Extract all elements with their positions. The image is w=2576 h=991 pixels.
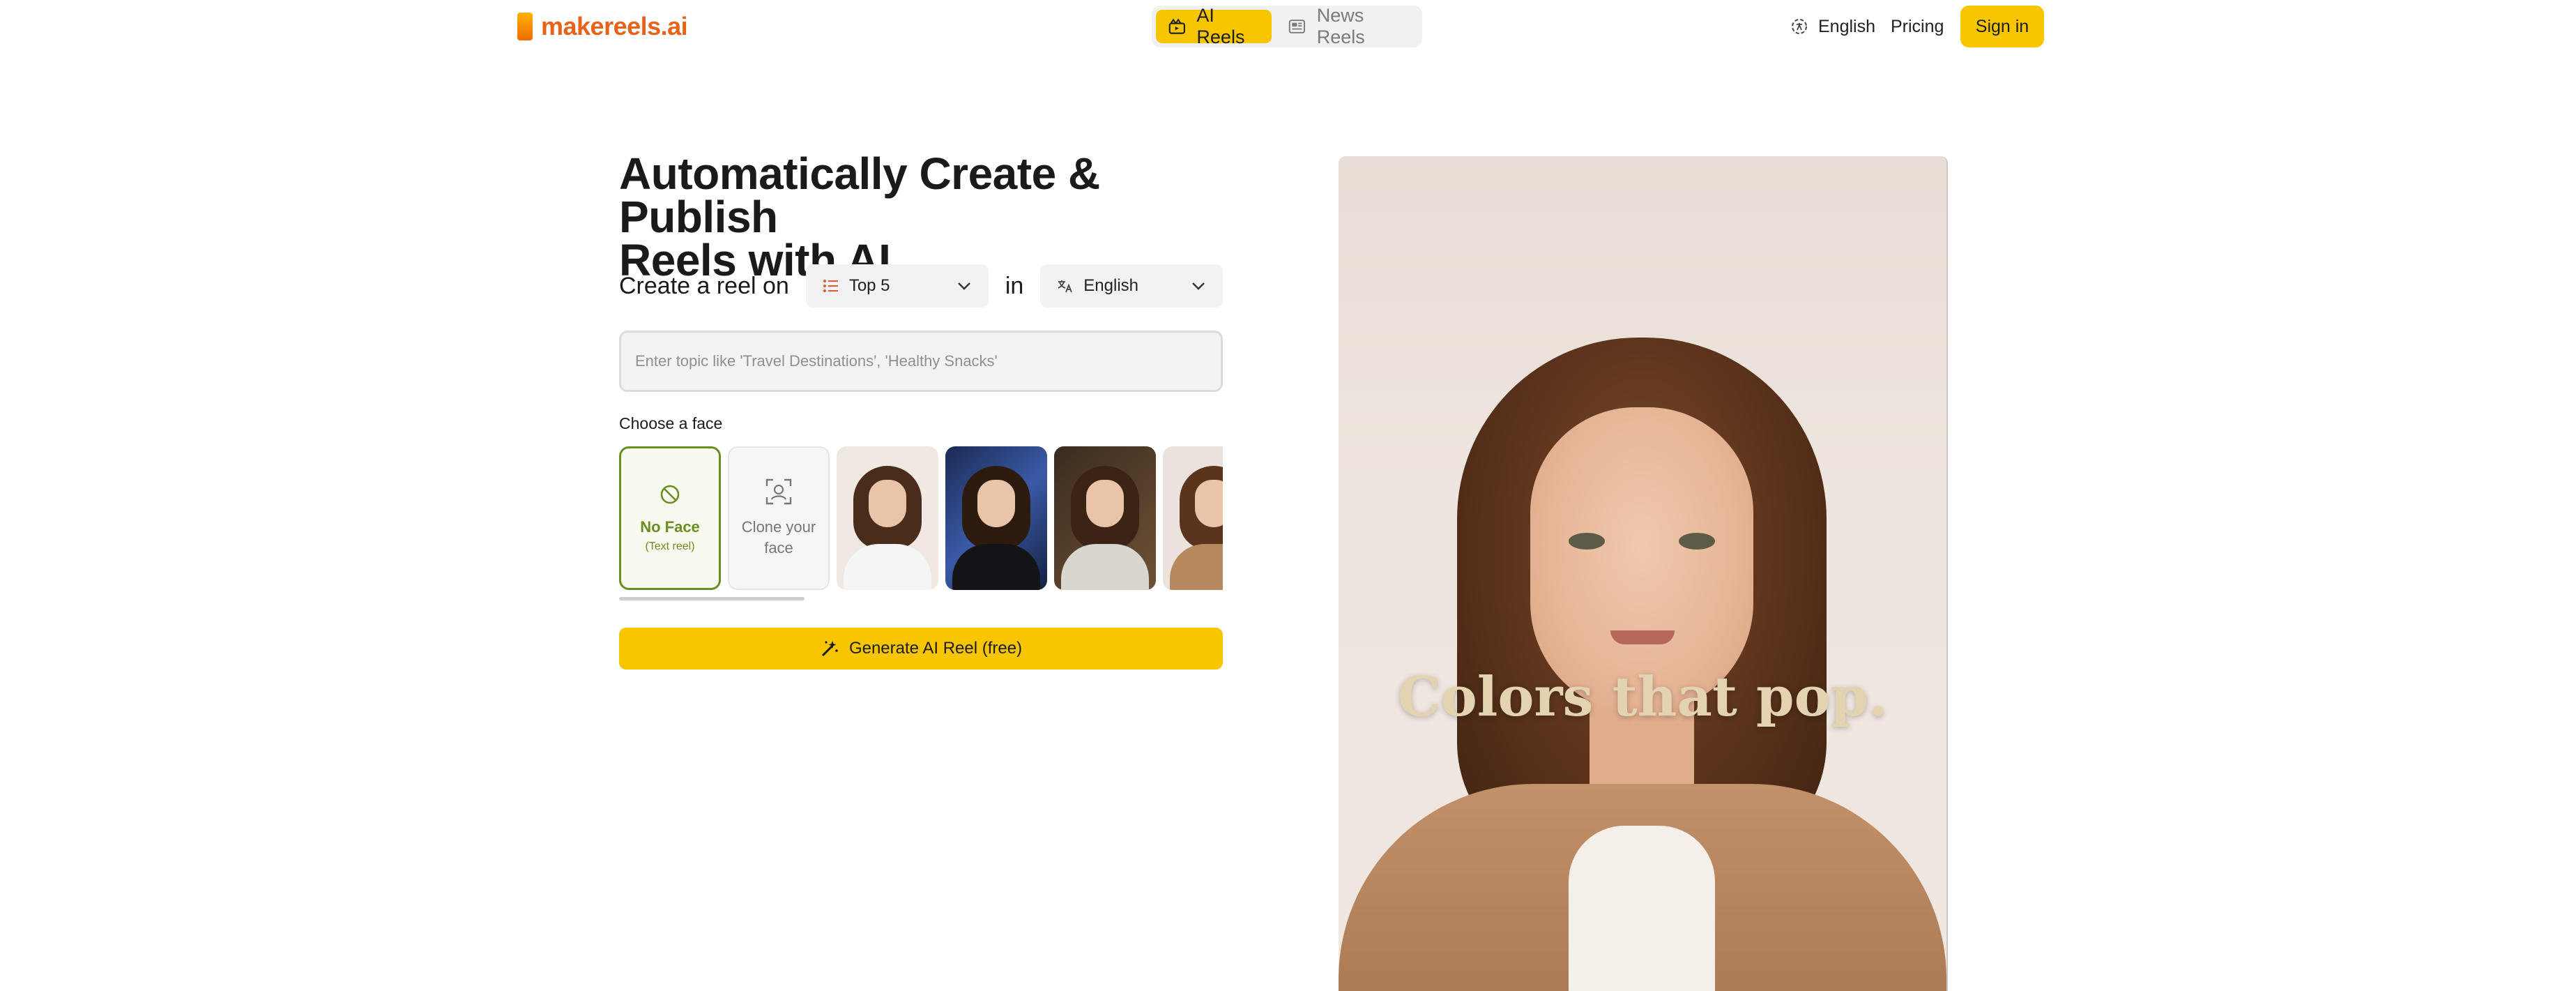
face-picker: No Face (Text reel) Clone your face bbox=[619, 446, 1223, 593]
thumbnail-body bbox=[1061, 544, 1149, 590]
logo-mark-icon bbox=[517, 13, 533, 40]
preview-shirt bbox=[1569, 826, 1715, 991]
thumbnail-face bbox=[1086, 480, 1124, 527]
preview-mouth bbox=[1610, 630, 1675, 644]
no-face-title: No Face bbox=[640, 518, 700, 536]
format-dropdown[interactable]: Top 5 bbox=[805, 264, 989, 308]
preview-left-eye bbox=[1569, 533, 1605, 550]
magic-wand-icon bbox=[821, 641, 838, 657]
page-title-line-1: Automatically Create & Publish bbox=[619, 149, 1100, 242]
thumbnail-face bbox=[869, 480, 906, 527]
topic-input[interactable] bbox=[619, 331, 1223, 392]
face-scan-icon bbox=[765, 478, 792, 505]
thumbnail-face bbox=[977, 480, 1015, 527]
language-dropdown[interactable]: English bbox=[1040, 264, 1224, 308]
choose-face-label: Choose a face bbox=[619, 414, 723, 432]
language-selector[interactable]: English bbox=[1790, 13, 1875, 40]
face-picker-scrollbar[interactable] bbox=[619, 597, 805, 600]
pricing-link[interactable]: Pricing bbox=[1891, 13, 1944, 40]
generate-reel-label: Generate AI Reel (free) bbox=[848, 639, 1023, 658]
clone-face-label: Clone your face bbox=[741, 518, 816, 557]
tab-ai-reels-label: AI Reels bbox=[1196, 5, 1245, 47]
reel-camera-icon bbox=[1168, 18, 1185, 34]
tab-news-reels[interactable]: News Reels bbox=[1276, 5, 1418, 47]
create-label: Create a reel on bbox=[619, 272, 789, 299]
logo-text: makereels.ai bbox=[541, 12, 688, 40]
face-option-clone[interactable]: Clone your face bbox=[728, 446, 830, 590]
reel-preview: Colors that pop. bbox=[1339, 156, 1948, 991]
translate-icon bbox=[1792, 19, 1807, 34]
face-thumbnail[interactable] bbox=[945, 446, 1047, 590]
page-title: Automatically Create & Publish Reels wit… bbox=[619, 149, 1233, 282]
chevron-down-icon bbox=[1192, 282, 1205, 290]
generate-reel-button[interactable]: Generate AI Reel (free) bbox=[619, 628, 1223, 670]
tab-news-reels-label: News Reels bbox=[1316, 5, 1365, 47]
chevron-down-icon bbox=[957, 282, 970, 290]
logo[interactable]: makereels.ai bbox=[517, 11, 688, 42]
newspaper-icon bbox=[1289, 20, 1306, 33]
reel-type-switcher: AI Reels News Reels bbox=[1152, 5, 1422, 47]
in-label: in bbox=[1005, 272, 1024, 299]
preview-caption: Colors that pop. bbox=[1397, 665, 1888, 729]
no-symbol-icon bbox=[660, 485, 680, 504]
create-row: Create a reel on Top 5 in English bbox=[619, 264, 1224, 308]
no-face-subtitle: (Text reel) bbox=[645, 540, 695, 552]
face-option-no-face[interactable]: No Face (Text reel) bbox=[619, 446, 721, 590]
preview-right-eye bbox=[1679, 533, 1715, 550]
language-label: English bbox=[1818, 16, 1875, 36]
face-thumbnail[interactable] bbox=[1163, 446, 1223, 590]
face-thumbnail[interactable] bbox=[1054, 446, 1156, 590]
thumbnail-body bbox=[844, 544, 931, 590]
format-value: Top 5 bbox=[848, 276, 890, 295]
thumbnail-body bbox=[1170, 544, 1223, 590]
face-thumbnail[interactable] bbox=[837, 446, 938, 590]
tab-ai-reels[interactable]: AI Reels bbox=[1156, 5, 1272, 47]
signin-button[interactable]: Sign in bbox=[1960, 6, 2044, 47]
thumbnail-face bbox=[1195, 480, 1223, 527]
language-value: English bbox=[1083, 276, 1138, 295]
list-icon bbox=[823, 280, 838, 292]
translate-icon bbox=[1058, 280, 1073, 293]
thumbnail-body bbox=[952, 544, 1040, 590]
